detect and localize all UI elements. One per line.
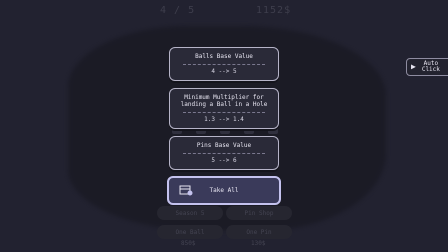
upgrade-title: Pins Base Value	[196, 142, 252, 149]
auto-click-button[interactable]: ▶ Auto Click	[406, 58, 448, 76]
one-ball-price: 850$	[181, 240, 196, 247]
upgrade-change: 4 --> 5	[211, 68, 237, 75]
auto-click-label-line2: Click	[421, 66, 440, 73]
pin-shop-button: Pin Shop	[226, 206, 292, 220]
round-counter: 4 / 5	[160, 5, 196, 16]
one-ball-button: One Ball	[157, 225, 223, 239]
upgrade-title: Balls Base Value	[195, 53, 253, 60]
one-pin-button: One Pin	[226, 225, 292, 239]
upgrade-change: 1.3 --> 1.4	[204, 116, 244, 123]
divider	[183, 112, 265, 113]
upgrade-card-minimum-multiplier[interactable]: Minimum Multiplier for landing a Ball in…	[169, 88, 279, 129]
cursor-icon: ▶	[411, 61, 416, 71]
divider	[183, 153, 265, 154]
upgrade-card-pins-base-value[interactable]: Pins Base Value 5 --> 6	[169, 136, 279, 170]
upgrade-card-balls-base-value[interactable]: Balls Base Value 4 --> 5	[169, 47, 279, 81]
money-counter: 1152$	[256, 5, 292, 16]
take-all-button[interactable]: Take All	[167, 176, 281, 205]
one-pin-price: 130$	[251, 240, 266, 247]
upgrade-change: 5 --> 6	[211, 157, 237, 164]
take-all-label: Take All	[209, 187, 239, 194]
collect-all-icon	[179, 185, 193, 196]
divider	[183, 64, 265, 65]
season-button: Season 5	[157, 206, 223, 220]
upgrade-title: Minimum Multiplier for landing a Ball in…	[180, 94, 268, 108]
